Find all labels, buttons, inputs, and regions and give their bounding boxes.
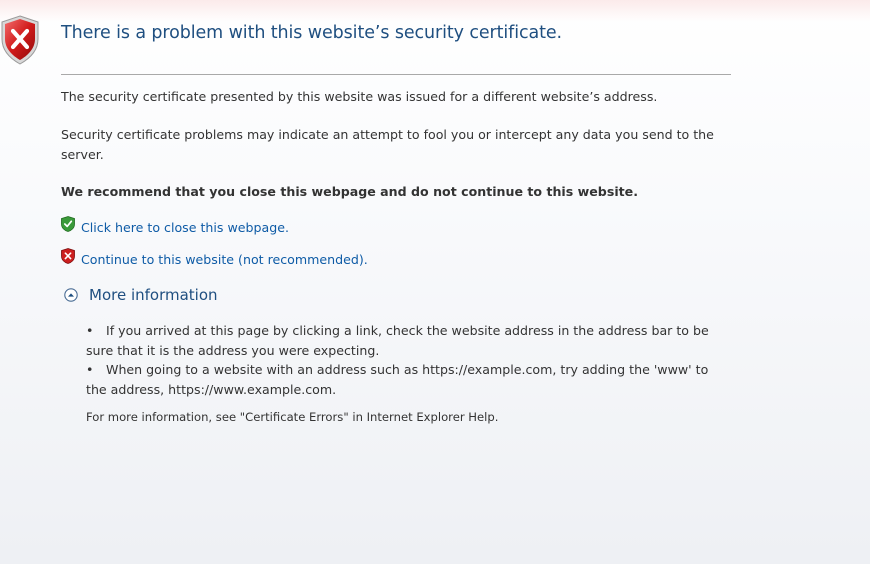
shield-error-icon <box>1 15 39 65</box>
list-item-text: When going to a website with an address … <box>86 362 709 397</box>
close-webpage-label[interactable]: Click here to close this webpage. <box>81 220 289 235</box>
bullet-marker: • <box>86 362 94 377</box>
list-item: • When going to a website with an address… <box>86 360 726 399</box>
help-footnote: For more information, see "Certificate E… <box>86 410 499 424</box>
bullet-marker: • <box>86 323 94 338</box>
top-glow <box>0 0 870 22</box>
shield-x-icon <box>61 248 75 264</box>
list-item: • If you arrived at this page by clicking… <box>86 321 726 360</box>
divider <box>61 74 731 75</box>
close-webpage-link[interactable]: Click here to close this webpage. <box>61 216 289 237</box>
recommendation-text: We recommend that you close this webpage… <box>61 184 638 199</box>
warning-message: Security certificate problems may indica… <box>61 127 714 162</box>
more-information-list: • If you arrived at this page by clicking… <box>86 321 726 399</box>
shield-check-icon <box>61 216 75 232</box>
collapse-arrow-icon <box>64 288 78 302</box>
more-information-toggle[interactable]: More information <box>64 286 218 304</box>
more-information-label[interactable]: More information <box>89 286 218 304</box>
page-title: There is a problem with this website’s s… <box>61 23 563 43</box>
list-item-text: If you arrived at this page by clicking … <box>86 323 709 358</box>
continue-to-website-link[interactable]: Continue to this website (not recommende… <box>61 248 368 269</box>
mismatch-message: The security certificate presented by th… <box>61 89 658 104</box>
continue-to-website-label[interactable]: Continue to this website (not recommende… <box>81 252 368 267</box>
